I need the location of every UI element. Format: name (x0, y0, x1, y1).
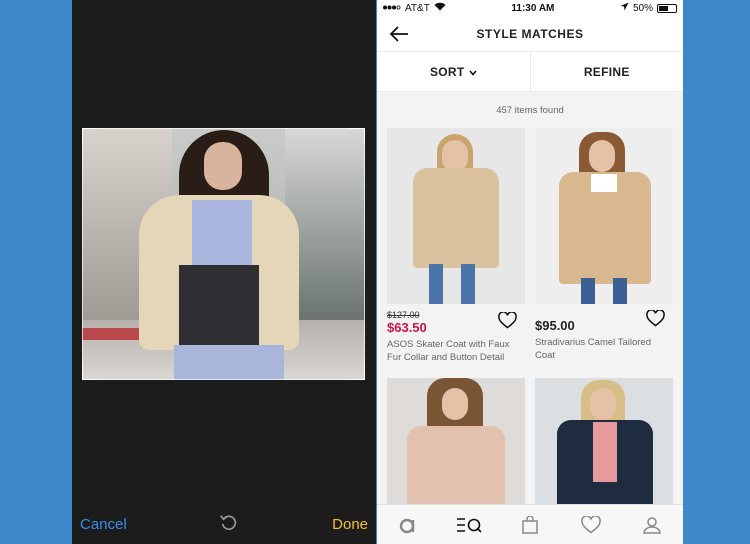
sort-button[interactable]: SORT (377, 52, 531, 91)
heart-icon[interactable] (576, 510, 606, 540)
location-icon (620, 2, 629, 14)
crop-handle-top-left[interactable] (82, 128, 98, 144)
style-match-icon[interactable] (454, 510, 484, 540)
account-icon[interactable] (637, 510, 667, 540)
crop-border (82, 128, 365, 380)
crop-handle-bottom-right[interactable] (349, 364, 365, 380)
product-price: $95.00 (535, 318, 575, 333)
heart-icon[interactable] (498, 311, 525, 335)
crop-photo[interactable] (82, 128, 365, 380)
refine-button[interactable]: REFINE (531, 52, 684, 91)
cancel-button[interactable]: Cancel (80, 516, 127, 533)
crop-toolbar: Cancel Done (72, 504, 376, 544)
product-name[interactable]: Stradivarius Camel Tailored Coat (535, 336, 673, 362)
app-header: STYLE MATCHES (377, 16, 683, 52)
page-title: STYLE MATCHES (476, 26, 584, 41)
style-matches-screen: AT&T 11:30 AM 50% STYLE MATCHES SORT REF… (377, 0, 683, 544)
results-count: 457 items found (496, 104, 564, 116)
sort-refine-bar: SORT REFINE (377, 52, 683, 92)
battery-icon (656, 3, 677, 13)
asos-logo-icon[interactable] (393, 510, 423, 540)
results-count-bar: 457 items found (377, 92, 683, 128)
signal-icon (383, 3, 401, 14)
sort-label: SORT (429, 64, 465, 79)
rotate-icon[interactable] (218, 511, 240, 538)
original-price: $127.00 (387, 310, 420, 320)
sale-price: $63.50 (387, 320, 427, 335)
crop-handle-top-right[interactable] (349, 128, 365, 144)
status-bar: AT&T 11:30 AM 50% (377, 0, 683, 16)
done-button[interactable]: Done (332, 516, 368, 533)
chevron-down-icon (468, 65, 477, 79)
product-name[interactable]: ASOS Skater Coat with Faux Fur Collar an… (387, 338, 525, 364)
crop-screen: Cancel Done (72, 0, 376, 544)
crop-handle-bottom-left[interactable] (82, 364, 98, 380)
arrow-left-icon[interactable] (389, 25, 409, 43)
bag-icon[interactable] (515, 510, 545, 540)
heart-icon[interactable] (646, 309, 673, 333)
carrier-name: AT&T (405, 2, 430, 14)
product-image[interactable] (535, 128, 673, 304)
product-card[interactable]: $127.00 $63.50 ASOS Skater Coat with Fau… (387, 128, 525, 364)
product-image[interactable] (387, 128, 525, 304)
product-card[interactable]: $95.00 Stradivarius Camel Tailored Coat (535, 128, 673, 364)
status-time: 11:30 AM (511, 2, 555, 14)
wifi-icon (434, 2, 446, 14)
battery-percent: 50% (632, 2, 653, 14)
bottom-tab-bar (377, 504, 683, 544)
refine-label: REFINE (583, 64, 630, 79)
product-grid: $127.00 $63.50 ASOS Skater Coat with Fau… (377, 128, 683, 544)
